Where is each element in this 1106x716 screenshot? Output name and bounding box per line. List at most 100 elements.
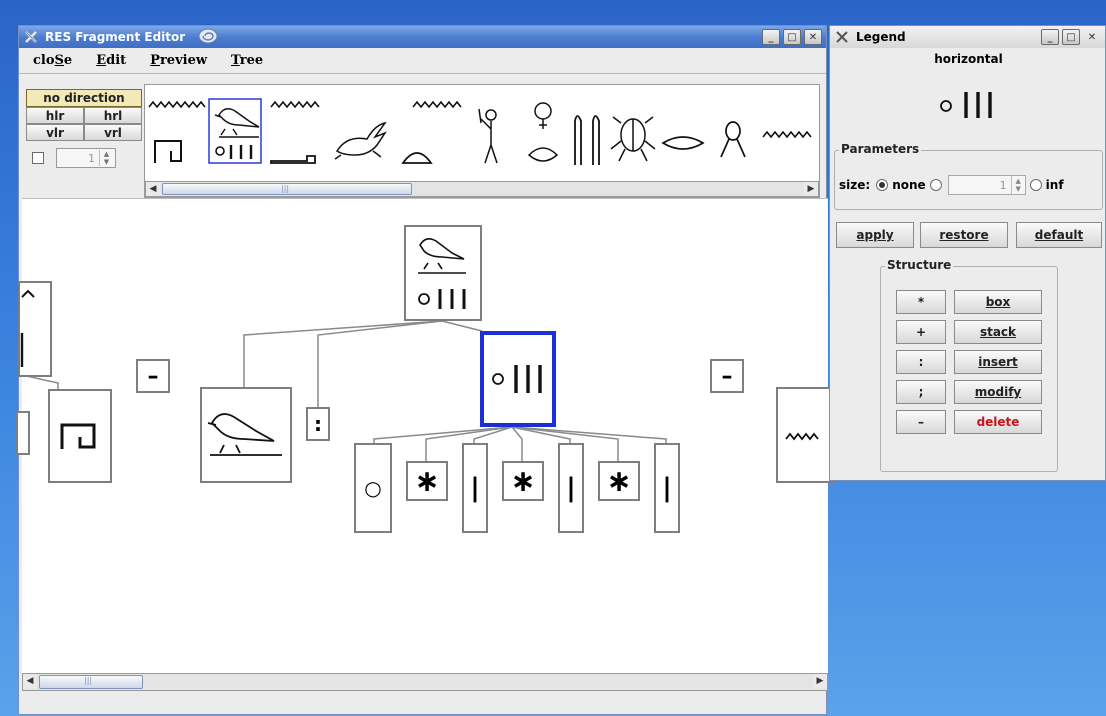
app-x-icon	[23, 29, 39, 45]
circle-glyph-icon	[215, 146, 225, 156]
restore-label: restore	[939, 228, 989, 242]
modify-op-button[interactable]: ;	[896, 380, 946, 404]
shrine-glyph-icon	[154, 140, 182, 163]
scroll-right-arrow-icon[interactable]: ▶	[804, 182, 818, 196]
bar-child-node-1[interactable]: |	[462, 443, 488, 533]
legend-x-icon	[834, 29, 850, 45]
restore-button[interactable]: restore	[920, 222, 1008, 248]
glyph-strip-svg	[148, 98, 812, 165]
shrine-node[interactable]	[48, 389, 112, 483]
star-child-node-3[interactable]: ∗	[598, 461, 640, 501]
arm-glyph-icon	[270, 155, 316, 164]
left-separator-box[interactable]: –	[136, 359, 170, 393]
bar-child-node-2[interactable]: |	[558, 443, 584, 533]
bar-child-node-3[interactable]: |	[654, 443, 680, 533]
minimize-button[interactable]: _	[762, 29, 780, 45]
close-button[interactable]: ✕	[804, 29, 822, 45]
size-inf-radio[interactable]	[1029, 179, 1042, 191]
modify-button[interactable]: modify	[954, 380, 1042, 404]
size-value-spinner[interactable]: 1 ▲ ▼	[947, 175, 1026, 195]
canvas-thumb-grip-icon: |||	[84, 676, 93, 685]
apply-label: apply	[856, 228, 894, 242]
editor-menubar: cloSe Edit Preview Tree	[19, 48, 826, 74]
default-button[interactable]: default	[1016, 222, 1102, 248]
left-partial-glyph-icon	[20, 289, 35, 367]
insert-button[interactable]: insert	[954, 350, 1042, 374]
editor-titlebar[interactable]: RES Fragment Editor _ □ ✕	[19, 26, 826, 48]
insert-op-box[interactable]: :	[306, 407, 330, 441]
menu-tree[interactable]: Tree	[231, 53, 263, 68]
right-separator-box[interactable]: –	[710, 359, 744, 393]
editor-title: RES Fragment Editor	[45, 30, 186, 44]
star-child-node-1[interactable]: ∗	[406, 461, 448, 501]
stack-button[interactable]: stack	[954, 320, 1042, 344]
size-value-text: 1	[999, 178, 1007, 192]
legend-window: Legend _ □ ✕ horizontal Parameters size:…	[829, 25, 1106, 481]
size-spinner-value: 1	[88, 151, 95, 165]
selected-node[interactable]	[480, 331, 556, 427]
bird-node[interactable]	[200, 387, 292, 483]
legend-preview	[830, 74, 1106, 134]
insert-op-button[interactable]: :	[896, 350, 946, 374]
menu-preview[interactable]: Preview	[150, 53, 207, 68]
hare-glyph-icon	[334, 121, 387, 160]
vrl-button[interactable]: vrl	[84, 124, 142, 141]
right-partial-glyph-icon	[785, 432, 819, 441]
maximize-button[interactable]: □	[783, 29, 801, 45]
bar-glyph-2: |	[566, 473, 576, 503]
canvas-scroll-left-icon[interactable]: ◀	[23, 674, 37, 688]
strokes-glyph-icon	[229, 145, 253, 159]
spiral-icon	[197, 27, 219, 48]
insert-label: insert	[978, 355, 1018, 369]
tree-canvas: – : ○ ∗ | ∗ | ∗ | – ◀ ||| ▶	[16, 198, 836, 691]
stack-op-button[interactable]: +	[896, 320, 946, 344]
direction-panel: no direction hlr hrl vlr vrl 1 ▲ ▼	[26, 89, 142, 168]
legend-close-button[interactable]: ✕	[1083, 29, 1101, 45]
bar-glyph-1: |	[470, 473, 480, 503]
mouth-glyph-icon	[661, 136, 705, 150]
left-edge-node[interactable]	[16, 411, 30, 455]
menu-edit[interactable]: Edit	[96, 53, 126, 68]
modify-label: modify	[974, 385, 1022, 399]
structure-rows: * box + stack : insert ; modify – delete	[896, 290, 1042, 434]
canvas-scroll-thumb[interactable]: |||	[39, 675, 143, 689]
right-partial-node[interactable]	[776, 387, 836, 483]
water-glyph-3-icon	[412, 100, 462, 109]
glyph-strip: ◀ ||| ▶	[144, 84, 820, 198]
apply-button[interactable]: apply	[836, 222, 914, 248]
size-row: size: none 1 ▲ ▼ inf	[839, 175, 1064, 195]
star-child-node-2[interactable]: ∗	[502, 461, 544, 501]
size-none-radio[interactable]	[876, 179, 889, 191]
box-label: box	[985, 295, 1011, 309]
legend-titlebar[interactable]: Legend _ □ ✕	[830, 26, 1105, 48]
legend-title: Legend	[856, 30, 906, 44]
canvas-scrollbar[interactable]: ◀ ||| ▶	[22, 673, 828, 691]
root-node[interactable]	[404, 225, 482, 321]
strip-scroll-thumb[interactable]: |||	[162, 183, 412, 195]
spinner-arrows-icon: ▲ ▼	[99, 150, 113, 166]
delete-op-button[interactable]: –	[896, 410, 946, 434]
hrl-button[interactable]: hrl	[84, 107, 142, 124]
menu-close[interactable]: cloSe	[33, 53, 72, 68]
canvas-scroll-right-icon[interactable]: ▶	[813, 674, 827, 688]
legend-minimize-button[interactable]: _	[1041, 29, 1059, 45]
scroll-left-arrow-icon[interactable]: ◀	[146, 182, 160, 196]
delete-button[interactable]: delete	[954, 410, 1042, 434]
scarab-glyph-icon	[610, 116, 656, 162]
box-op-button[interactable]: *	[896, 290, 946, 314]
size-checkbox[interactable]	[32, 152, 44, 164]
circle-child-node[interactable]: ○	[354, 443, 392, 533]
hlr-button[interactable]: hlr	[26, 107, 84, 124]
left-partial-node[interactable]	[18, 281, 52, 377]
size-inf-label: inf	[1045, 178, 1064, 192]
legend-maximize-button[interactable]: □	[1062, 29, 1080, 45]
no-direction-button[interactable]: no direction	[26, 89, 142, 107]
bird-node-glyph-icon	[207, 413, 282, 456]
parameters-label: Parameters	[839, 142, 922, 156]
bar-glyph-3: |	[662, 473, 672, 503]
size-value-radio[interactable]	[929, 179, 942, 191]
strip-scrollbar[interactable]: ◀ ||| ▶	[145, 181, 819, 197]
box-button[interactable]: box	[954, 290, 1042, 314]
size-spinner[interactable]: 1 ▲ ▼	[56, 148, 116, 168]
vlr-button[interactable]: vlr	[26, 124, 84, 141]
